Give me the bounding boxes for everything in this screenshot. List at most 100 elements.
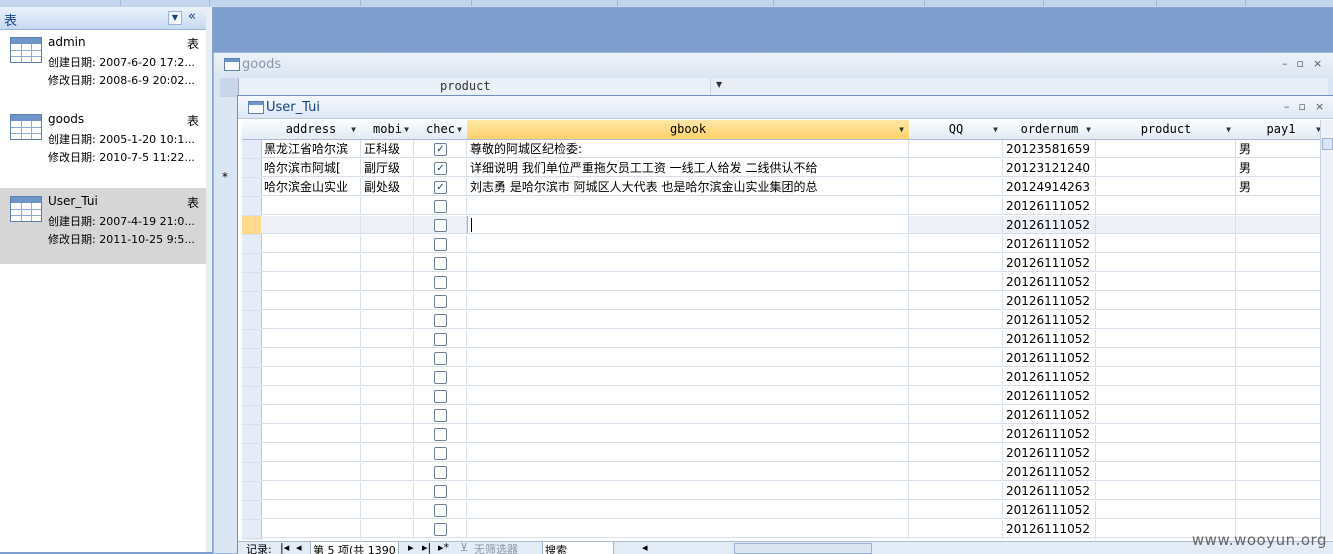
cell-ordernum[interactable]: 20126111052: [1003, 349, 1096, 367]
checkbox[interactable]: [434, 238, 447, 251]
checkbox[interactable]: [434, 314, 447, 327]
cell-mobi[interactable]: [361, 311, 414, 329]
checkbox[interactable]: [434, 428, 447, 441]
cell-qq[interactable]: [909, 387, 1003, 405]
table-row[interactable]: 哈尔滨金山实业 副处级 ✓ 刘志勇 是哈尔滨市 阿城区人大代表 也是哈尔滨金山实业集团…: [238, 178, 1320, 197]
cell-gbook[interactable]: [467, 292, 909, 310]
cell-mobi[interactable]: [361, 216, 414, 234]
cell-chec[interactable]: [414, 368, 467, 386]
cell-gbook[interactable]: 详细说明 我们单位严重拖欠员工工资 一线工人给发 二线供认不给: [467, 159, 909, 177]
ribbon-tab[interactable]: [361, 0, 472, 6]
ribbon-tab[interactable]: [472, 0, 618, 6]
cell-product[interactable]: [1096, 292, 1236, 310]
cell-qq[interactable]: [909, 254, 1003, 272]
cell-address[interactable]: [261, 216, 361, 234]
table-row[interactable]: 20126111052: [238, 368, 1320, 387]
window-controls[interactable]: –▫×: [1282, 57, 1331, 70]
cell-product[interactable]: [1096, 235, 1236, 253]
chevron-down-icon[interactable]: ▼: [1086, 120, 1091, 139]
cell-product[interactable]: [1096, 387, 1236, 405]
cell-product[interactable]: [1096, 216, 1236, 234]
checkbox[interactable]: [434, 352, 447, 365]
cell-gbook[interactable]: 尊敬的阿城区纪检委:: [467, 140, 909, 158]
chevron-down-icon[interactable]: ▼: [457, 120, 462, 139]
new-record-button[interactable]: ▸*: [438, 542, 449, 554]
cell-gbook[interactable]: [467, 349, 909, 367]
table-row[interactable]: 20126111052: [238, 254, 1320, 273]
cell-mobi[interactable]: [361, 501, 414, 519]
horizontal-scrollbar-thumb[interactable]: [734, 543, 872, 554]
cell-qq[interactable]: [909, 463, 1003, 481]
cell-address[interactable]: [261, 292, 361, 310]
cell-gbook[interactable]: [467, 463, 909, 481]
cell-pay1[interactable]: 男: [1236, 178, 1320, 196]
cell-chec[interactable]: [414, 216, 467, 234]
record-selector[interactable]: [242, 197, 262, 216]
ribbon-tab[interactable]: [121, 0, 210, 6]
cell-mobi[interactable]: [361, 368, 414, 386]
cell-chec[interactable]: [414, 463, 467, 481]
cell-gbook[interactable]: [467, 197, 909, 215]
table-row[interactable]: 20126111052: [238, 216, 1320, 235]
table-row[interactable]: 20126111052: [238, 235, 1320, 254]
cell-address[interactable]: [261, 197, 361, 215]
record-selector[interactable]: [242, 235, 262, 254]
cell-qq[interactable]: [909, 520, 1003, 538]
cell-product[interactable]: [1096, 368, 1236, 386]
cell-pay1[interactable]: [1236, 444, 1320, 462]
record-selector[interactable]: [242, 140, 262, 159]
cell-chec[interactable]: [414, 482, 467, 500]
record-selector[interactable]: [242, 387, 262, 406]
cell-ordernum[interactable]: 20126111052: [1003, 444, 1096, 462]
checkbox[interactable]: [434, 390, 447, 403]
nav-scrollbar[interactable]: [206, 7, 212, 552]
cell-mobi[interactable]: [361, 520, 414, 538]
cell-qq[interactable]: [909, 292, 1003, 310]
window-controls[interactable]: –▫×: [1284, 100, 1333, 113]
select-all-button[interactable]: [242, 120, 262, 140]
cell-pay1[interactable]: [1236, 235, 1320, 253]
cell-mobi[interactable]: [361, 235, 414, 253]
record-position-field[interactable]: 第 5 项(共 1390: [310, 542, 399, 554]
cell-product[interactable]: [1096, 311, 1236, 329]
cell-mobi[interactable]: [361, 273, 414, 291]
scrollbar-thumb[interactable]: [1322, 138, 1333, 150]
column-header-gbook[interactable]: gbook ▼: [467, 120, 910, 140]
cell-gbook[interactable]: [467, 539, 909, 540]
record-selector[interactable]: [242, 368, 262, 387]
cell-product[interactable]: [1096, 178, 1236, 196]
cell-product[interactable]: [1096, 197, 1236, 215]
record-selector[interactable]: [242, 520, 262, 539]
cell-qq[interactable]: [909, 330, 1003, 348]
cell-gbook[interactable]: [467, 406, 909, 424]
cell-pay1[interactable]: [1236, 330, 1320, 348]
checkbox[interactable]: ✓: [434, 181, 447, 194]
record-selector[interactable]: [242, 406, 262, 425]
cell-address[interactable]: [261, 235, 361, 253]
select-all-button[interactable]: [220, 78, 239, 96]
cell-chec[interactable]: [414, 425, 467, 443]
cell-product[interactable]: [1096, 254, 1236, 272]
column-header-pay1[interactable]: pay1▼: [1236, 120, 1320, 140]
cell-gbook[interactable]: [467, 330, 909, 348]
column-header-qq[interactable]: QQ ▼: [909, 120, 1004, 140]
record-selector[interactable]: [242, 463, 262, 482]
cell-gbook[interactable]: [467, 216, 909, 234]
cell-qq[interactable]: [909, 425, 1003, 443]
cell-mobi[interactable]: 副处级: [361, 178, 414, 196]
cell-mobi[interactable]: [361, 292, 414, 310]
ribbon-tab[interactable]: [0, 0, 121, 6]
cell-chec[interactable]: [414, 292, 467, 310]
cell-chec[interactable]: ✓: [414, 159, 467, 177]
chevron-down-icon[interactable]: ▼: [899, 120, 904, 139]
cell-product[interactable]: [1096, 501, 1236, 519]
cell-qq[interactable]: [909, 406, 1003, 424]
cell-mobi[interactable]: [361, 387, 414, 405]
nav-header[interactable]: 表 ▼ «: [0, 7, 206, 30]
cell-ordernum[interactable]: 20123121240: [1003, 159, 1096, 177]
user-tui-titlebar[interactable]: User_Tui –▫×: [238, 96, 1333, 119]
cell-address[interactable]: [261, 520, 361, 538]
cell-qq[interactable]: [909, 178, 1003, 196]
ribbon-tab[interactable]: [1044, 0, 1157, 6]
cell-gbook[interactable]: [467, 235, 909, 253]
